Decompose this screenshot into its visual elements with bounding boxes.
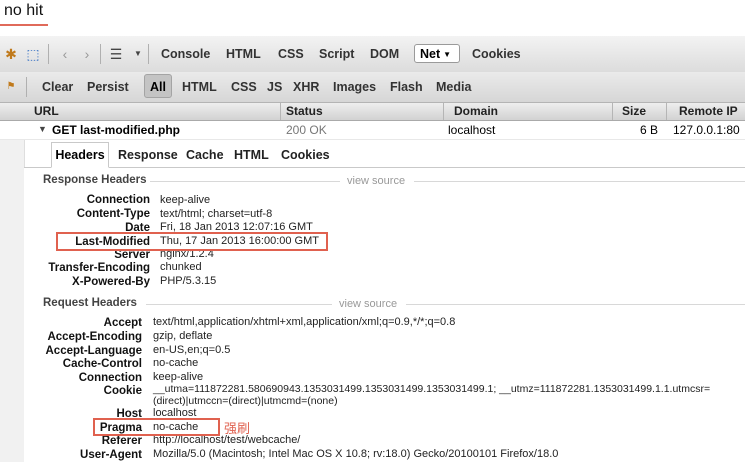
section-divider (146, 304, 332, 305)
request-header-value: Mozilla/5.0 (Macintosh; Intel Mac OS X 1… (153, 448, 559, 460)
caption-underline (0, 24, 48, 26)
toolbar-divider (26, 77, 27, 97)
tab-headers[interactable]: Headers (51, 142, 109, 168)
request-header-value: __utma=111872281.580690943.1353031499.13… (153, 383, 711, 407)
request-url: GET last-modified.php (52, 123, 180, 137)
response-header-value: chunked (160, 261, 202, 273)
request-header-value: keep-alive (153, 371, 204, 383)
request-header-name: Accept (103, 317, 142, 329)
request-header-name: Cookie (103, 385, 142, 397)
filter-images-button[interactable]: Images (333, 80, 376, 94)
expand-triangle-icon[interactable]: ▼ (38, 124, 47, 134)
column-divider (612, 103, 613, 120)
back-arrow-icon[interactable]: ‹ (56, 45, 74, 63)
toolbar-divider (48, 44, 49, 64)
column-status[interactable]: Status (286, 104, 323, 118)
annotation-note: 强刷 (224, 421, 251, 436)
tab-css[interactable]: CSS (278, 47, 304, 61)
chevron-down-icon: ▼ (443, 50, 452, 59)
column-url[interactable]: URL (34, 104, 59, 118)
inspect-icon[interactable]: ⬚ (24, 45, 42, 63)
tab-script[interactable]: Script (319, 47, 354, 61)
response-header-name: Connection (86, 194, 150, 206)
column-divider (443, 103, 444, 120)
detail-tab-bar: Headers Response Cache HTML Cookies (24, 140, 745, 168)
response-view-source-link[interactable]: view source (347, 175, 405, 187)
tab-cookies[interactable]: Cookies (472, 47, 521, 61)
column-header-row: URL Status Domain Size Remote IP (0, 103, 745, 121)
request-header-value: text/html,application/xhtml+xml,applicat… (153, 316, 456, 328)
filter-js-button[interactable]: JS (267, 80, 282, 94)
request-header-name: Accept-Language (45, 345, 143, 357)
toolbar-divider (148, 44, 149, 64)
last-modified-highlight-box (56, 232, 328, 251)
tab-detail-cookies[interactable]: Cookies (281, 148, 330, 162)
clear-button[interactable]: Clear (42, 80, 73, 94)
response-header-name: Content-Type (76, 208, 150, 220)
firebug-bug-icon[interactable]: ✱ (2, 45, 20, 63)
request-header-value: en-US,en;q=0.5 (153, 344, 231, 356)
request-header-name: Cache-Control (62, 358, 142, 370)
forward-arrow-icon[interactable]: › (78, 45, 96, 63)
request-size: 6 B (639, 123, 658, 137)
request-header-value: gzip, deflate (153, 330, 213, 342)
request-domain: localhost (448, 123, 496, 137)
dropdown-arrow-icon[interactable]: ▼ (129, 45, 147, 63)
section-divider (406, 304, 745, 305)
request-row[interactable]: ▼ GET last-modified.php 200 OK localhost… (0, 121, 745, 140)
left-gutter (0, 140, 25, 462)
net-filter-toolbar: ⚑ Clear Persist All HTML CSS JS XHR Imag… (0, 72, 745, 103)
filter-all-button[interactable]: All (144, 74, 172, 98)
column-divider (666, 103, 667, 120)
request-headers-title: Request Headers (43, 297, 137, 309)
column-divider (280, 103, 281, 120)
filter-media-button[interactable]: Media (436, 80, 471, 94)
response-header-name: Transfer-Encoding (48, 262, 150, 274)
menu-list-icon[interactable]: ☰ (107, 45, 125, 63)
response-header-value: text/html; charset=utf-8 (160, 208, 273, 220)
response-headers-title: Response Headers (43, 174, 147, 186)
tab-dom[interactable]: DOM (370, 47, 399, 61)
response-header-value: PHP/5.3.15 (160, 275, 217, 287)
request-header-value: no-cache (153, 357, 199, 369)
column-size[interactable]: Size (622, 104, 646, 118)
request-status: 200 OK (286, 123, 327, 137)
tab-detail-html[interactable]: HTML (234, 148, 269, 162)
column-remote-ip[interactable]: Remote IP (679, 104, 738, 118)
request-header-name: Connection (78, 372, 142, 384)
request-header-name: Accept-Encoding (47, 331, 142, 343)
persist-button[interactable]: Persist (87, 80, 129, 94)
response-header-value: keep-alive (160, 194, 211, 206)
caption-text: no hit (4, 2, 44, 19)
xhr-breakpoint-icon[interactable]: ⚑ (2, 78, 20, 96)
filter-html-button[interactable]: HTML (182, 80, 217, 94)
request-header-name: Referer (101, 435, 142, 447)
tab-cache[interactable]: Cache (186, 148, 224, 162)
toolbar-divider (100, 44, 101, 64)
tab-html[interactable]: HTML (226, 47, 261, 61)
filter-xhr-button[interactable]: XHR (293, 80, 319, 94)
filter-flash-button[interactable]: Flash (390, 80, 423, 94)
section-divider (150, 181, 340, 182)
tab-net[interactable]: Net ▼ (414, 44, 460, 63)
response-header-name: X-Powered-By (72, 276, 150, 288)
tab-net-label: Net (420, 47, 441, 61)
request-header-name: User-Agent (80, 449, 142, 461)
request-remote-ip: 127.0.0.1:80 (673, 123, 740, 137)
filter-css-button[interactable]: CSS (231, 80, 257, 94)
request-view-source-link[interactable]: view source (339, 298, 397, 310)
pragma-highlight-box (93, 418, 220, 436)
firebug-toolbar: ✱ ⬚ ‹ › ☰ ▼ Console HTML CSS Script DOM … (0, 36, 745, 73)
tab-response[interactable]: Response (118, 148, 178, 162)
section-divider (414, 181, 745, 182)
column-domain[interactable]: Domain (454, 104, 498, 118)
tab-console[interactable]: Console (161, 47, 210, 61)
